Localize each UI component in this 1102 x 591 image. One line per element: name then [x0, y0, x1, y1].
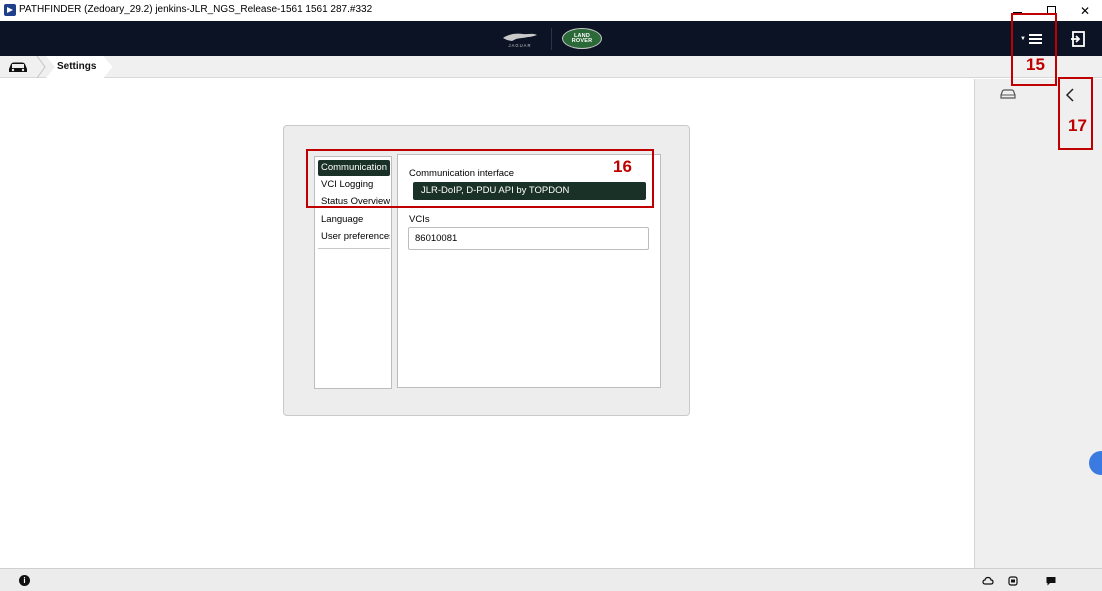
annotation-label-16: 16 [613, 157, 632, 176]
vci-field[interactable] [408, 227, 649, 250]
breadcrumb: Settings [0, 56, 1102, 78]
annotation-box-16 [306, 149, 654, 208]
annotation-box-17 [1058, 77, 1093, 150]
breadcrumb-settings[interactable]: Settings [46, 56, 112, 78]
nav-item-user-preferences[interactable]: User preferences [318, 229, 390, 245]
info-icon[interactable]: i [19, 575, 30, 586]
nav-divider [318, 248, 390, 249]
chat-icon[interactable] [1045, 575, 1057, 587]
vehicle-icon[interactable] [999, 88, 1017, 100]
annotation-label-15: 15 [1026, 55, 1045, 74]
logo-divider [551, 28, 552, 50]
annotation-label-17: 17 [1068, 116, 1087, 135]
close-icon: ✕ [1079, 3, 1091, 18]
app-header: JAGUAR LAND ROVER ▼ [0, 21, 1102, 56]
close-button[interactable]: ✕ [1068, 0, 1102, 21]
vcis-label: VCIs [409, 214, 430, 225]
cloud-icon[interactable] [982, 575, 994, 587]
app-icon [4, 4, 16, 16]
logout-button[interactable] [1068, 29, 1088, 49]
annotation-box-15 [1011, 13, 1057, 86]
land-rover-logo-text: LAND ROVER [571, 32, 593, 44]
breadcrumb-separator [36, 56, 46, 78]
jaguar-logo: JAGUAR [503, 33, 537, 48]
nav-item-language[interactable]: Language [318, 212, 390, 228]
title-bar: PATHFINDER (Zedoary_29.2) jenkins-JLR_NG… [0, 0, 1102, 21]
jaguar-logo-text: JAGUAR [509, 43, 532, 48]
land-rover-logo: LAND ROVER [562, 28, 602, 49]
window-title: PATHFINDER (Zedoary_29.2) jenkins-JLR_NG… [19, 4, 373, 15]
status-bar: i [0, 568, 1102, 591]
side-panel [974, 79, 1102, 568]
car-home-icon[interactable] [7, 60, 29, 74]
vci-device-icon[interactable] [1007, 575, 1019, 587]
